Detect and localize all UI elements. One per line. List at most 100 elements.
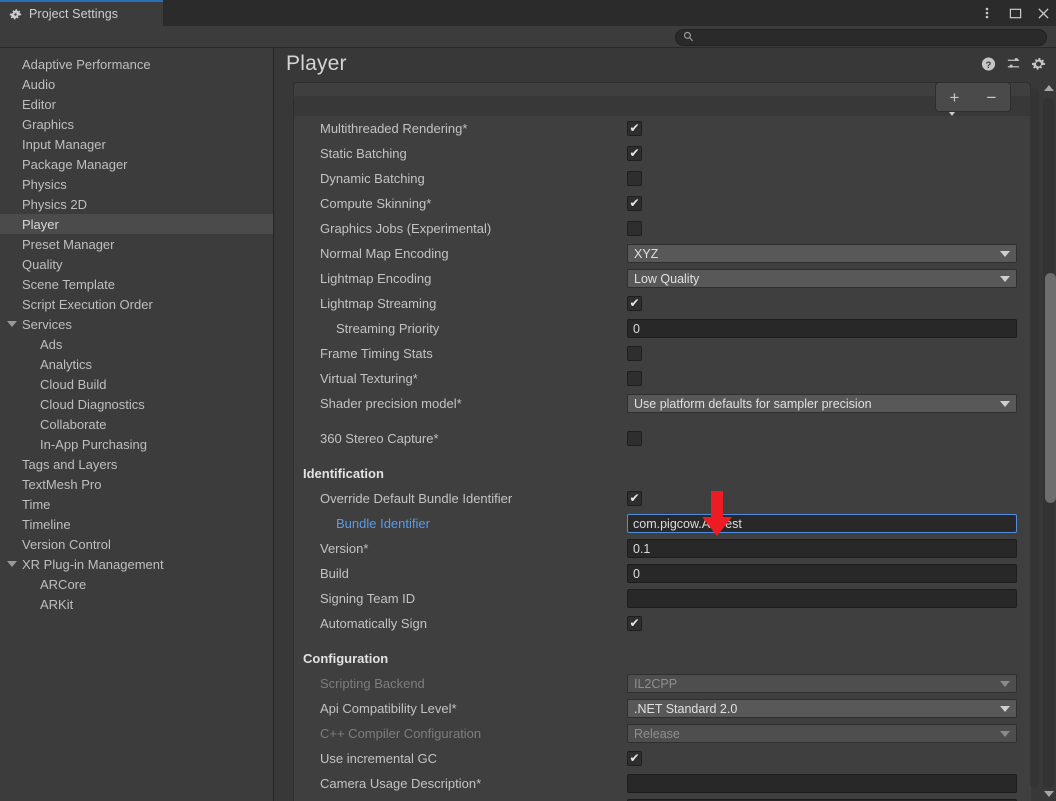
checkbox-virtual-texturing[interactable]: [627, 371, 642, 386]
property-control: XYZ: [627, 244, 1017, 263]
sidebar-item-label: Script Execution Order: [22, 296, 153, 312]
dropdown-lightmap-encoding[interactable]: Low Quality: [627, 269, 1017, 288]
sidebar-item-collaborate[interactable]: Collaborate: [0, 414, 273, 434]
sidebar-item-adaptive-performance[interactable]: Adaptive Performance: [0, 54, 273, 74]
checkbox-override-default-bundle-identifier[interactable]: [627, 491, 642, 506]
checkbox-automatically-sign[interactable]: [627, 616, 642, 631]
sidebar-item-label: Time: [22, 496, 51, 512]
kebab-menu-icon[interactable]: [980, 6, 994, 20]
checkbox-frame-timing-stats[interactable]: [627, 346, 642, 361]
property-label-api-compatibility-level: Api Compatibility Level*: [320, 701, 457, 716]
page-title: Player: [286, 52, 347, 75]
property-label-override-default-bundle-identifier: Override Default Bundle Identifier: [320, 491, 513, 506]
text-input-signing-team-id[interactable]: [627, 589, 1017, 608]
sidebar-item-graphics[interactable]: Graphics: [0, 114, 273, 134]
scrollbar-thumb[interactable]: [1045, 273, 1056, 503]
search-input[interactable]: [675, 29, 1047, 46]
panel-header-icons: ?: [981, 57, 1046, 72]
property-control: [627, 196, 642, 211]
checkbox-dynamic-batching[interactable]: [627, 171, 642, 186]
property-label-360-stereo-capture: 360 Stereo Capture*: [320, 431, 439, 446]
sidebar-item-arkit[interactable]: ARKit: [0, 594, 273, 614]
sidebar-item-quality[interactable]: Quality: [0, 254, 273, 274]
sidebar-item-player[interactable]: Player: [0, 214, 273, 234]
property-row-automatically-sign: Automatically Sign: [294, 611, 1031, 636]
sidebar-item-version-control[interactable]: Version Control: [0, 534, 273, 554]
property-control: [627, 371, 642, 386]
sidebar-item-scene-template[interactable]: Scene Template: [0, 274, 273, 294]
checkbox-static-batching[interactable]: [627, 146, 642, 161]
property-label-dynamic-batching: Dynamic Batching: [320, 171, 425, 186]
add-platform-button[interactable]: +: [943, 89, 967, 106]
dropdown-value: Use platform defaults for sampler precis…: [634, 396, 872, 411]
sidebar-item-label: Timeline: [22, 516, 71, 532]
help-icon[interactable]: ?: [981, 57, 996, 72]
sidebar-item-analytics[interactable]: Analytics: [0, 354, 273, 374]
property-control: [627, 774, 1017, 793]
sidebar-item-textmesh-pro[interactable]: TextMesh Pro: [0, 474, 273, 494]
sidebar-item-label: Package Manager: [22, 156, 128, 172]
checkbox-use-incremental-gc[interactable]: [627, 751, 642, 766]
sidebar-item-physics-2d[interactable]: Physics 2D: [0, 194, 273, 214]
close-icon[interactable]: [1036, 6, 1050, 20]
sidebar-item-physics[interactable]: Physics: [0, 174, 273, 194]
remove-platform-button[interactable]: −: [980, 89, 1004, 106]
property-row-c-compiler-configuration: C++ Compiler Configuration Release: [294, 721, 1031, 746]
sidebar-item-audio[interactable]: Audio: [0, 74, 273, 94]
window-titlebar: Project Settings: [0, 0, 1056, 26]
property-row-static-batching: Static Batching: [294, 141, 1031, 166]
property-label-frame-timing-stats: Frame Timing Stats: [320, 346, 433, 361]
settings-sidebar[interactable]: Adaptive Performance Audio Editor Graphics I…: [0, 48, 274, 801]
row-spacer: [294, 636, 1031, 646]
sidebar-item-preset-manager[interactable]: Preset Manager: [0, 234, 273, 254]
inspector-inner-scrollbar[interactable]: [1030, 88, 1039, 788]
checkbox-compute-skinning[interactable]: [627, 196, 642, 211]
text-input-streaming-priority[interactable]: 0: [627, 319, 1017, 338]
sidebar-item-timeline[interactable]: Timeline: [0, 514, 273, 534]
text-input-bundle-identifier[interactable]: com.pigcow.ARTest: [627, 514, 1017, 533]
sidebar-item-label: XR Plug-in Management: [22, 556, 164, 572]
sidebar-item-services[interactable]: Services: [0, 314, 273, 334]
property-row-scripting-backend: Scripting Backend IL2CPP: [294, 671, 1031, 696]
player-settings-panel: Player ? + − Multithreaded Rendering* ✔ …: [274, 48, 1056, 801]
scroll-up-arrow-icon[interactable]: [1044, 85, 1054, 91]
sidebar-item-input-manager[interactable]: Input Manager: [0, 134, 273, 154]
sidebar-item-package-manager[interactable]: Package Manager: [0, 154, 273, 174]
sidebar-item-arcore[interactable]: ARCore: [0, 574, 273, 594]
text-input-build[interactable]: 0: [627, 564, 1017, 583]
sidebar-item-time[interactable]: Time: [0, 494, 273, 514]
scrollbar-track[interactable]: [1043, 98, 1056, 788]
dropdown-shader-precision-model[interactable]: Use platform defaults for sampler precis…: [627, 394, 1017, 413]
checkbox-multithreaded-rendering[interactable]: [627, 121, 642, 136]
property-label-virtual-texturing: Virtual Texturing*: [320, 371, 418, 386]
sidebar-item-cloud-diagnostics[interactable]: Cloud Diagnostics: [0, 394, 273, 414]
checkbox-graphics-jobs-experimental[interactable]: [627, 221, 642, 236]
dropdown-api-compatibility-level[interactable]: .NET Standard 2.0: [627, 699, 1017, 718]
dropdown-normal-map-encoding[interactable]: XYZ: [627, 244, 1017, 263]
property-row-version: Version* 0.1: [294, 536, 1031, 561]
sidebar-item-in-app-purchasing[interactable]: In-App Purchasing: [0, 434, 273, 454]
sidebar-item-cloud-build[interactable]: Cloud Build: [0, 374, 273, 394]
sidebar-item-ads[interactable]: Ads: [0, 334, 273, 354]
text-input-version[interactable]: 0.1: [627, 539, 1017, 558]
checkbox-360-stereo-capture[interactable]: [627, 431, 642, 446]
text-input-camera-usage-description[interactable]: [627, 774, 1017, 793]
sidebar-item-editor[interactable]: Editor: [0, 94, 273, 114]
panel-vertical-scrollbar[interactable]: [1041, 80, 1056, 801]
chevron-down-icon[interactable]: [7, 321, 17, 327]
sidebar-item-label: Version Control: [22, 536, 111, 552]
tab-project-settings[interactable]: Project Settings: [0, 0, 163, 26]
chevron-down-icon[interactable]: [7, 561, 17, 567]
gear-icon[interactable]: [1031, 57, 1046, 72]
preset-icon[interactable]: [1006, 57, 1021, 72]
checkbox-lightmap-streaming[interactable]: [627, 296, 642, 311]
property-row-bundle-identifier: Bundle Identifier com.pigcow.ARTest: [294, 511, 1031, 536]
sidebar-item-label: TextMesh Pro: [22, 476, 102, 492]
property-label-build: Build: [320, 566, 349, 581]
sidebar-item-tags-and-layers[interactable]: Tags and Layers: [0, 454, 273, 474]
sidebar-item-xr-plug-in-management[interactable]: XR Plug-in Management: [0, 554, 273, 574]
sidebar-item-script-execution-order[interactable]: Script Execution Order: [0, 294, 273, 314]
scroll-down-arrow-icon[interactable]: [1044, 791, 1054, 797]
unity-project-settings-window: Project Settings Adaptive Performance Au…: [0, 0, 1056, 801]
maximize-icon[interactable]: [1008, 6, 1022, 20]
